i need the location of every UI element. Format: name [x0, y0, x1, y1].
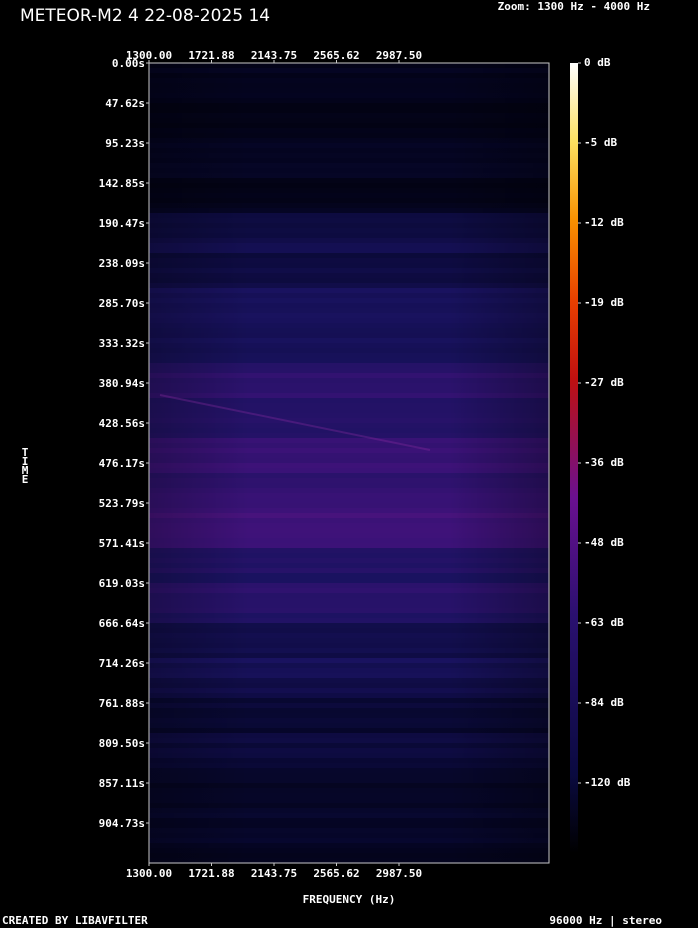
- y-tick-label: 47.62s: [105, 97, 145, 110]
- colorbar-label: -63 dB: [584, 616, 624, 629]
- x-tick-label-bottom: 2987.50: [376, 867, 422, 880]
- y-tick-label: 95.23s: [105, 137, 145, 150]
- x-axis-label: FREQUENCY (Hz): [303, 893, 396, 906]
- colorbar-label: -27 dB: [584, 376, 624, 389]
- y-tick-label: 0.00s: [112, 57, 145, 70]
- colorbar-label: -36 dB: [584, 456, 624, 469]
- colorbar-label: -5 dB: [584, 136, 617, 149]
- y-tick-label: 428.56s: [99, 417, 145, 430]
- y-tick-label: 190.47s: [99, 217, 145, 230]
- y-tick-label: 380.94s: [99, 377, 145, 390]
- colorbar: [570, 63, 578, 853]
- x-tick-label-bottom: 1721.88: [188, 867, 234, 880]
- colorbar-labels: 0 dB -5 dB -12 dB -19 dB -27 dB -36 dB -48 dB -…: [578, 56, 631, 789]
- y-tick-label: 571.41s: [99, 537, 145, 550]
- y-tick-label: 714.26s: [99, 657, 145, 670]
- y-tick-label: 142.85s: [99, 177, 145, 190]
- y-tick-label: 238.09s: [99, 257, 145, 270]
- y-ticks: 0.00s 47.62s 95.23s 142.85s 190.47s 238.09s 28…: [99, 57, 149, 830]
- y-tick-label: 857.11s: [99, 777, 145, 790]
- x-tick-label-bottom: 1300.00: [126, 867, 172, 880]
- x-tick-label-bottom: 2565.62: [313, 867, 359, 880]
- colorbar-label: 0 dB: [584, 56, 611, 69]
- x-tick-label-bottom: 2143.75: [251, 867, 297, 880]
- y-tick-label: 666.64s: [99, 617, 145, 630]
- spectrogram-chart: 1300.00 1721.88 2143.75 2565.62 2987.50 1300…: [99, 49, 631, 906]
- y-tick-label: 619.03s: [99, 577, 145, 590]
- colorbar-label: -84 dB: [584, 696, 624, 709]
- colorbar-label: -48 dB: [584, 536, 624, 549]
- y-tick-label: 761.88s: [99, 697, 145, 710]
- x-ticks-bottom: 1300.00 1721.88 2143.75 2565.62 2987.50: [126, 863, 422, 880]
- footer-audio-info: 96000 Hz | stereo: [549, 914, 662, 927]
- y-tick-label: 476.17s: [99, 457, 145, 470]
- y-tick-label: 333.32s: [99, 337, 145, 350]
- y-tick-label: 904.73s: [99, 817, 145, 830]
- y-tick-label: 809.50s: [99, 737, 145, 750]
- colorbar-label: -12 dB: [584, 216, 624, 229]
- footer-credit: CREATED BY LIBAVFILTER: [2, 914, 148, 927]
- heatmap-shade: [149, 63, 549, 863]
- colorbar-label: -120 dB: [584, 776, 631, 789]
- y-tick-label: 285.70s: [99, 297, 145, 310]
- y-tick-label: 523.79s: [99, 497, 145, 510]
- x-ticks-top: 1300.00 1721.88 2143.75 2565.62 2987.50: [126, 49, 422, 63]
- colorbar-label: -19 dB: [584, 296, 624, 309]
